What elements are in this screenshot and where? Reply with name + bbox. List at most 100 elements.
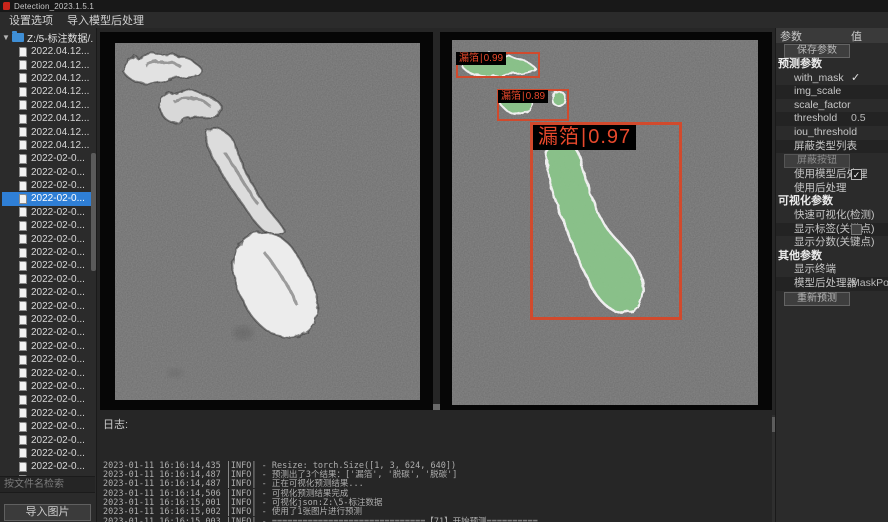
param-value[interactable] bbox=[851, 224, 862, 235]
tree-file-item[interactable]: 2022-02-0... bbox=[2, 366, 94, 379]
detection-label-3: 漏箔|0.97 bbox=[533, 125, 636, 150]
param-label[interactable]: 显示终端 bbox=[776, 263, 836, 275]
tree-file-item[interactable]: 2022.04.12... bbox=[2, 45, 94, 58]
param-label[interactable]: 使用后处理 bbox=[776, 182, 847, 194]
param-value[interactable]: ✓ bbox=[851, 72, 860, 86]
parameter-row[interactable]: 模型后处理器 MaskPostPro bbox=[776, 277, 888, 291]
param-value[interactable]: 0.5 bbox=[851, 112, 866, 126]
parameter-row[interactable]: 重新预测 bbox=[776, 291, 888, 306]
caret-down-icon[interactable]: ▼ bbox=[2, 33, 9, 42]
file-icon bbox=[19, 341, 27, 351]
tree-file-item[interactable]: 2022-02-0... bbox=[2, 273, 94, 286]
tree-file-item[interactable]: 2022-02-0... bbox=[2, 246, 94, 259]
tree-file-item[interactable]: 2022-02-0... bbox=[2, 286, 94, 299]
tree-file-item[interactable]: 2022.04.12... bbox=[2, 99, 94, 112]
panel-divider-handle[interactable] bbox=[433, 404, 440, 410]
file-icon bbox=[19, 315, 27, 325]
param-label[interactable]: 显示分数(关键点) bbox=[776, 236, 875, 248]
file-icon bbox=[19, 234, 27, 244]
parameter-row[interactable]: 预测参数 bbox=[776, 58, 888, 72]
param-value[interactable]: ✓ bbox=[851, 169, 862, 180]
tree-file-item[interactable]: 2022.04.12... bbox=[2, 58, 94, 71]
parameter-row[interactable]: 其他参数 bbox=[776, 250, 888, 264]
tree-file-item[interactable]: 2022-02-0... bbox=[2, 353, 94, 366]
tree-file-item[interactable]: 2022-02-0... bbox=[2, 313, 94, 326]
tree-file-item[interactable]: 2022-02-0... bbox=[2, 447, 94, 460]
file-label: 2022-02-0... bbox=[31, 193, 85, 204]
tree-scrollbar-thumb[interactable] bbox=[91, 153, 96, 271]
file-icon bbox=[19, 328, 27, 338]
tree-file-item[interactable]: 2022-02-0... bbox=[2, 259, 94, 272]
parameter-row[interactable]: 屏蔽按钮 bbox=[776, 153, 888, 168]
param-label[interactable]: with_mask bbox=[776, 72, 844, 84]
param-label[interactable]: 屏蔽类型列表 bbox=[776, 140, 857, 152]
tree-file-item[interactable]: 2022.04.12... bbox=[2, 139, 94, 152]
parameter-row[interactable]: 显示分数(关键点) bbox=[776, 236, 888, 250]
file-label: 2022.04.12... bbox=[31, 100, 89, 111]
param-label[interactable]: 屏蔽按钮 bbox=[784, 154, 850, 168]
file-label: 2022-02-0... bbox=[31, 354, 85, 365]
param-label[interactable]: img_scale bbox=[776, 85, 841, 97]
tree-file-item[interactable]: 2022-02-0... bbox=[2, 299, 94, 312]
file-label: 2022-02-0... bbox=[31, 287, 85, 298]
tree-file-item[interactable]: 2022-02-0... bbox=[2, 433, 94, 446]
file-label: 2022-02-0... bbox=[31, 247, 85, 258]
detection-label-2: 漏箔|0.89 bbox=[498, 90, 548, 103]
param-label[interactable]: 可视化参数 bbox=[776, 195, 833, 207]
tree-file-item[interactable]: 2022-02-0... bbox=[2, 152, 94, 165]
parameter-row[interactable]: 显示标签(关键点) bbox=[776, 223, 888, 237]
file-icon bbox=[19, 301, 27, 311]
parameter-row[interactable]: with_mask ✓ bbox=[776, 72, 888, 86]
filename-search-input[interactable] bbox=[0, 476, 95, 493]
tree-file-item[interactable]: 2022-02-0... bbox=[2, 326, 94, 339]
tree-file-item[interactable]: 2022-02-0... bbox=[2, 206, 94, 219]
file-label: 2022.04.12... bbox=[31, 86, 89, 97]
parameter-row[interactable]: img_scale bbox=[776, 85, 888, 99]
tree-file-item[interactable]: 2022-02-0... bbox=[2, 460, 94, 473]
parameter-row[interactable]: 屏蔽类型列表 bbox=[776, 140, 888, 154]
param-label[interactable]: 保存参数 bbox=[784, 44, 850, 58]
tree-file-item[interactable]: 2022-02-0... bbox=[2, 393, 94, 406]
tree-file-item[interactable]: 2022-02-0... bbox=[2, 166, 94, 179]
tree-file-item[interactable]: 2022-02-0... bbox=[2, 407, 94, 420]
tree-file-item[interactable]: 2022-02-0... bbox=[2, 420, 94, 433]
tree-file-item[interactable]: 2022.04.12... bbox=[2, 85, 94, 98]
param-label[interactable]: scale_factor bbox=[776, 99, 851, 111]
root-folder-label: Z:/5-标注数据/... bbox=[27, 30, 94, 45]
tree-file-item[interactable]: 2022-02-0... bbox=[2, 340, 94, 353]
folder-icon bbox=[12, 33, 24, 42]
param-label[interactable]: threshold bbox=[776, 112, 837, 124]
tree-file-item[interactable]: 2022.04.12... bbox=[2, 125, 94, 138]
tree-file-item[interactable]: 2022-02-0... bbox=[2, 232, 94, 245]
file-icon bbox=[19, 381, 27, 391]
parameter-row[interactable]: 使用后处理 bbox=[776, 182, 888, 196]
file-label: 2022-02-0... bbox=[31, 314, 85, 325]
parameter-row[interactable]: 保存参数 bbox=[776, 43, 888, 58]
parameter-row[interactable]: iou_threshold bbox=[776, 126, 888, 140]
tree-file-item[interactable]: 2022.04.12... bbox=[2, 112, 94, 125]
parameter-row[interactable]: 快速可视化(检测) bbox=[776, 209, 888, 223]
parameter-row[interactable]: 显示终端 bbox=[776, 263, 888, 277]
menu-item[interactable]: 设置选项 bbox=[2, 12, 60, 28]
param-value[interactable]: MaskPostPro bbox=[851, 277, 888, 291]
menu-item[interactable]: 导入模型后处理 bbox=[60, 12, 151, 28]
tree-file-item[interactable]: 2022-02-0... bbox=[2, 219, 94, 232]
parameter-row[interactable]: scale_factor bbox=[776, 99, 888, 113]
parameter-rows: 保存参数 预测参数 with_mask ✓ img_scale scale_fa… bbox=[776, 43, 888, 306]
tree-file-item[interactable]: 2022-02-0... bbox=[2, 179, 94, 192]
import-image-button[interactable]: 导入图片 bbox=[4, 504, 91, 521]
parameter-row[interactable]: 使用模型后处理 ✓ bbox=[776, 168, 888, 182]
param-label[interactable]: 其他参数 bbox=[776, 250, 822, 262]
param-label[interactable]: iou_threshold bbox=[776, 126, 857, 138]
param-label[interactable]: 预测参数 bbox=[776, 58, 822, 70]
tree-root-folder[interactable]: ▼ Z:/5-标注数据/... bbox=[2, 30, 94, 45]
tree-file-item[interactable]: 2022.04.12... bbox=[2, 72, 94, 85]
tree-file-item[interactable]: 2022-02-0... bbox=[2, 380, 94, 393]
param-label[interactable]: 重新预测 bbox=[784, 292, 850, 306]
param-label[interactable]: 快速可视化(检测) bbox=[776, 209, 875, 221]
file-icon bbox=[19, 422, 27, 432]
parameter-row[interactable]: threshold 0.5 bbox=[776, 112, 888, 126]
param-label[interactable]: 模型后处理器 bbox=[776, 277, 857, 289]
parameter-row[interactable]: 可视化参数 bbox=[776, 195, 888, 209]
tree-file-item[interactable]: 2022-02-0... bbox=[2, 192, 94, 205]
